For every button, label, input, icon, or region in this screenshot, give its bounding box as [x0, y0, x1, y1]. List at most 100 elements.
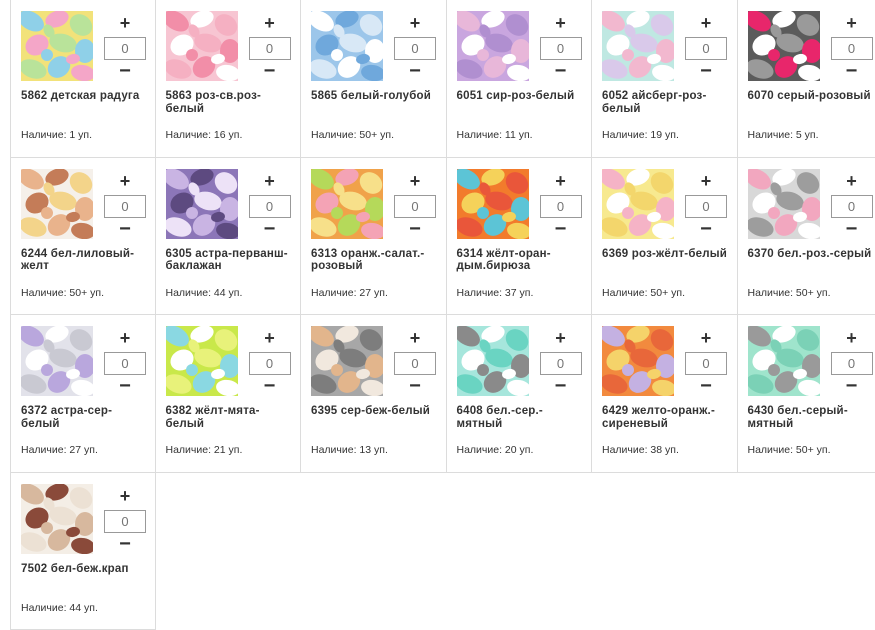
- increment-button[interactable]: +: [551, 14, 571, 32]
- increment-button[interactable]: +: [260, 172, 280, 190]
- quantity-input[interactable]: [394, 195, 436, 218]
- yarn-swatch-image[interactable]: [21, 484, 93, 554]
- product-name: 5865 белый-голубой: [311, 90, 439, 103]
- yarn-swatch-image[interactable]: [457, 326, 529, 396]
- product-card: +−6382 жёлт-мята-белыйНаличие: 21 уп.: [156, 315, 302, 473]
- product-name: 6244 бел-лиловый-желт: [21, 248, 149, 273]
- quantity-input[interactable]: [831, 195, 873, 218]
- yarn-swatch-image[interactable]: [602, 169, 674, 239]
- yarn-swatch-image[interactable]: [457, 11, 529, 81]
- increment-button[interactable]: +: [696, 172, 716, 190]
- quantity-stepper: +−: [539, 329, 583, 395]
- product-name: 6430 бел.-серый-мятный: [748, 405, 875, 430]
- decrement-button[interactable]: −: [551, 377, 571, 395]
- product-card: +−6313 оранж.-салат.-розовыйНаличие: 27 …: [301, 158, 447, 316]
- increment-button[interactable]: +: [842, 329, 862, 347]
- quantity-input[interactable]: [104, 510, 146, 533]
- yarn-swatch-image[interactable]: [311, 326, 383, 396]
- increment-button[interactable]: +: [842, 14, 862, 32]
- product-card: +−6430 бел.-серый-мятныйНаличие: 50+ уп.: [738, 315, 875, 473]
- decrement-button[interactable]: −: [405, 62, 425, 80]
- increment-button[interactable]: +: [696, 329, 716, 347]
- increment-button[interactable]: +: [842, 172, 862, 190]
- yarn-swatch-image[interactable]: [748, 326, 820, 396]
- yarn-swatch-image[interactable]: [748, 169, 820, 239]
- stock-availability: Наличие: 27 уп.: [21, 444, 98, 456]
- decrement-button[interactable]: −: [696, 220, 716, 238]
- increment-button[interactable]: +: [115, 14, 135, 32]
- yarn-swatch-image[interactable]: [311, 169, 383, 239]
- increment-button[interactable]: +: [115, 172, 135, 190]
- decrement-button[interactable]: −: [842, 220, 862, 238]
- quantity-input[interactable]: [249, 195, 291, 218]
- quantity-input[interactable]: [540, 195, 582, 218]
- stock-availability: Наличие: 11 уп.: [457, 129, 533, 141]
- quantity-input[interactable]: [104, 352, 146, 375]
- quantity-input[interactable]: [540, 352, 582, 375]
- product-name: 6369 роз-жёлт-белый: [602, 248, 730, 261]
- increment-button[interactable]: +: [115, 329, 135, 347]
- yarn-swatch-image[interactable]: [21, 326, 93, 396]
- decrement-button[interactable]: −: [551, 62, 571, 80]
- quantity-input[interactable]: [831, 352, 873, 375]
- quantity-input[interactable]: [685, 352, 727, 375]
- increment-button[interactable]: +: [551, 172, 571, 190]
- decrement-button[interactable]: −: [115, 535, 135, 553]
- increment-button[interactable]: +: [551, 329, 571, 347]
- yarn-swatch-image[interactable]: [602, 326, 674, 396]
- increment-button[interactable]: +: [405, 329, 425, 347]
- decrement-button[interactable]: −: [115, 62, 135, 80]
- quantity-stepper: +−: [103, 14, 147, 80]
- quantity-stepper: +−: [830, 172, 874, 238]
- product-card: +−6408 бел.-сер.-мятныйНаличие: 20 уп.: [447, 315, 593, 473]
- decrement-button[interactable]: −: [842, 377, 862, 395]
- quantity-input[interactable]: [540, 37, 582, 60]
- stock-availability: Наличие: 1 уп.: [21, 129, 92, 141]
- stock-availability: Наличие: 50+ уп.: [602, 287, 685, 299]
- decrement-button[interactable]: −: [260, 220, 280, 238]
- quantity-input[interactable]: [104, 37, 146, 60]
- decrement-button[interactable]: −: [696, 377, 716, 395]
- product-name: 6070 серый-розовый: [748, 90, 875, 103]
- quantity-stepper: +−: [684, 329, 728, 395]
- quantity-input[interactable]: [249, 352, 291, 375]
- quantity-input[interactable]: [394, 352, 436, 375]
- yarn-swatch-image[interactable]: [21, 11, 93, 81]
- quantity-input[interactable]: [104, 195, 146, 218]
- yarn-swatch-image[interactable]: [166, 11, 238, 81]
- quantity-input[interactable]: [394, 37, 436, 60]
- product-card: +−6372 астра-сер-белыйНаличие: 27 уп.: [10, 315, 156, 473]
- decrement-button[interactable]: −: [842, 62, 862, 80]
- increment-button[interactable]: +: [696, 14, 716, 32]
- product-name: 6313 оранж.-салат.-розовый: [311, 248, 439, 273]
- increment-button[interactable]: +: [260, 14, 280, 32]
- decrement-button[interactable]: −: [551, 220, 571, 238]
- quantity-input[interactable]: [831, 37, 873, 60]
- stock-availability: Наличие: 37 уп.: [457, 287, 534, 299]
- decrement-button[interactable]: −: [115, 377, 135, 395]
- yarn-swatch-image[interactable]: [602, 11, 674, 81]
- yarn-swatch-image[interactable]: [457, 169, 529, 239]
- decrement-button[interactable]: −: [405, 220, 425, 238]
- quantity-input[interactable]: [249, 37, 291, 60]
- yarn-swatch-image[interactable]: [21, 169, 93, 239]
- quantity-stepper: +−: [248, 14, 292, 80]
- increment-button[interactable]: +: [260, 329, 280, 347]
- increment-button[interactable]: +: [405, 14, 425, 32]
- yarn-swatch-image[interactable]: [311, 11, 383, 81]
- yarn-swatch-image[interactable]: [166, 326, 238, 396]
- increment-button[interactable]: +: [405, 172, 425, 190]
- decrement-button[interactable]: −: [696, 62, 716, 80]
- product-card: +−5865 белый-голубойНаличие: 50+ уп.: [301, 0, 447, 158]
- product-card: +−6070 серый-розовыйНаличие: 5 уп.: [738, 0, 875, 158]
- quantity-input[interactable]: [685, 195, 727, 218]
- yarn-swatch-image[interactable]: [166, 169, 238, 239]
- decrement-button[interactable]: −: [260, 62, 280, 80]
- decrement-button[interactable]: −: [405, 377, 425, 395]
- quantity-input[interactable]: [685, 37, 727, 60]
- increment-button[interactable]: +: [115, 487, 135, 505]
- yarn-swatch-image[interactable]: [748, 11, 820, 81]
- decrement-button[interactable]: −: [115, 220, 135, 238]
- quantity-stepper: +−: [830, 329, 874, 395]
- decrement-button[interactable]: −: [260, 377, 280, 395]
